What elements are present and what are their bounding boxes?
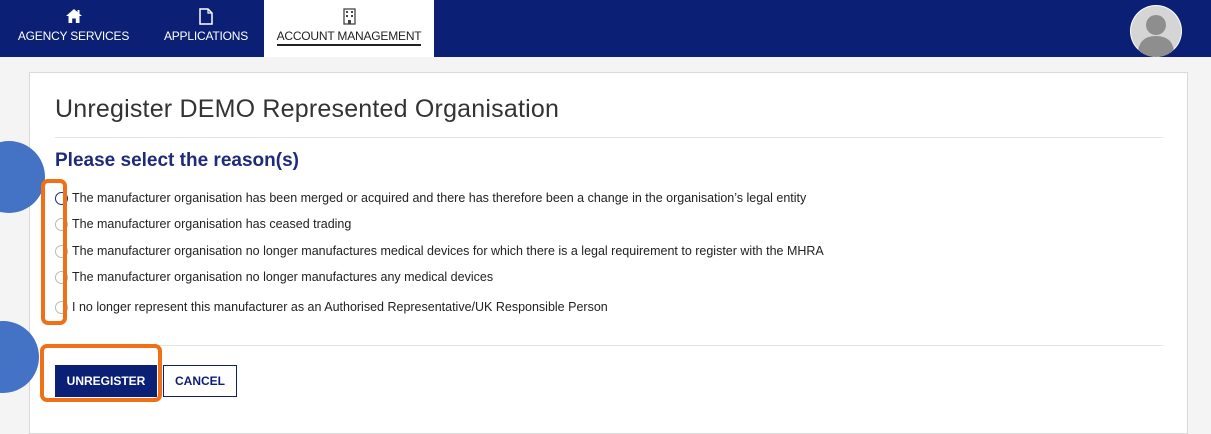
reason-radio-no-registrable-devices[interactable]: [55, 244, 68, 258]
reason-option-no-devices[interactable]: The manufacturer organisation no longer …: [55, 267, 493, 287]
reason-label-merged: The manufacturer organisation has been m…: [72, 191, 807, 205]
reason-option-no-registrable-devices[interactable]: The manufacturer organisation no longer …: [55, 241, 824, 261]
unregister-button[interactable]: UNREGISTER: [55, 365, 157, 397]
reason-label-ceased-trading: The manufacturer organisation has ceased…: [72, 217, 352, 231]
section-heading: Please select the reason(s): [55, 150, 299, 171]
reason-radio-no-devices[interactable]: [55, 270, 68, 284]
reason-radio-ceased-trading[interactable]: [55, 217, 68, 231]
reason-label-no-longer-represent: I no longer represent this manufacturer …: [72, 300, 608, 314]
building-icon: [342, 7, 356, 25]
actions-divider: [55, 345, 1163, 346]
user-avatar-icon[interactable]: [1130, 5, 1182, 57]
home-icon: [65, 7, 82, 25]
reason-label-no-devices: The manufacturer organisation no longer …: [72, 270, 494, 284]
reason-label-no-registrable-devices: The manufacturer organisation no longer …: [72, 244, 824, 258]
reason-option-merged[interactable]: The manufacturer organisation has been m…: [55, 188, 806, 208]
reason-radio-no-longer-represent[interactable]: [55, 300, 68, 314]
nav-applications-label: APPLICATIONS: [163, 29, 249, 43]
nav-applications[interactable]: APPLICATIONS: [155, 0, 257, 57]
top-navigation-bar: AGENCY SERVICES APPLICATIONS ACCOUNT MAN…: [0, 0, 1211, 57]
nav-agency-services[interactable]: AGENCY SERVICES: [0, 0, 147, 57]
reason-option-ceased-trading[interactable]: The manufacturer organisation has ceased…: [55, 214, 351, 234]
page-title: Unregister DEMO Represented Organisation: [55, 95, 560, 123]
cancel-button[interactable]: CANCEL: [163, 365, 237, 397]
nav-agency-services-label: AGENCY SERVICES: [17, 29, 130, 43]
title-divider: [55, 137, 1163, 138]
unregister-form-card: Unregister DEMO Represented Organisation…: [29, 72, 1188, 434]
reason-radio-merged[interactable]: [55, 191, 68, 205]
reason-option-no-longer-represent[interactable]: I no longer represent this manufacturer …: [55, 297, 608, 317]
document-icon: [199, 7, 213, 25]
nav-account-management-label: ACCOUNT MANAGEMENT: [276, 29, 422, 46]
nav-account-management[interactable]: ACCOUNT MANAGEMENT: [264, 0, 434, 57]
